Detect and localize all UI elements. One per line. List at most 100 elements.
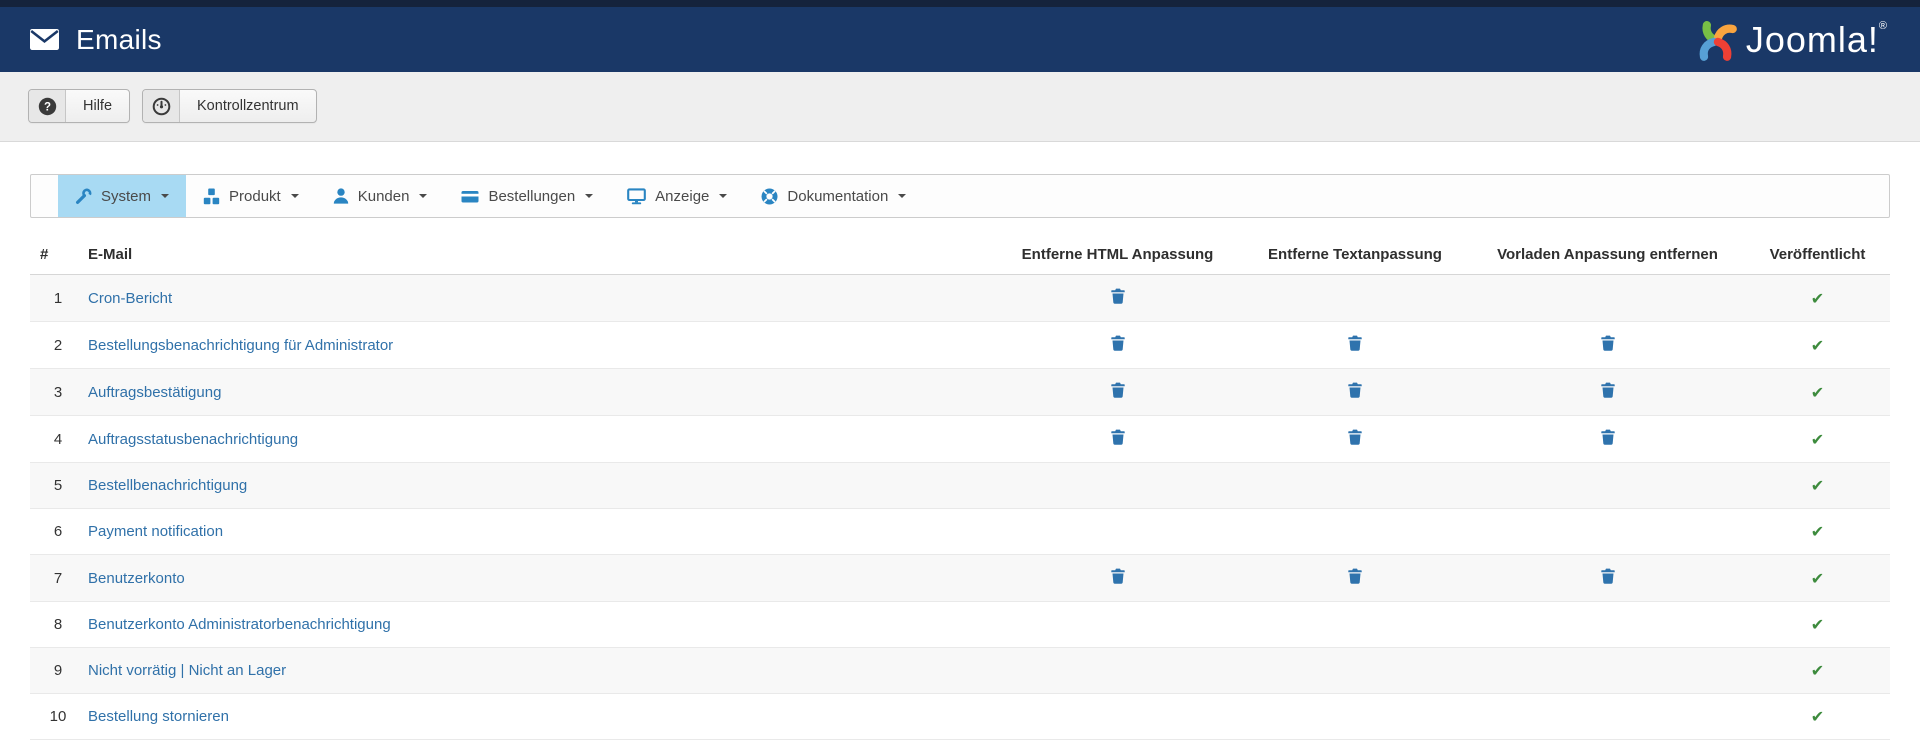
trash-icon[interactable] <box>1348 382 1362 398</box>
email-cell: Benutzerkonto <box>86 554 995 602</box>
menubar: System Produkt Kunden Bestellungen Anzeige Do… <box>30 174 1890 218</box>
email-link[interactable]: Bestellung stornieren <box>88 708 229 725</box>
table-row: 6 Payment notification ✔ <box>30 508 1890 555</box>
action-cell <box>1470 693 1745 740</box>
trash-icon[interactable] <box>1348 568 1362 584</box>
toolbar: ? Hilfe Kontrollzentrum <box>0 72 1920 142</box>
menu-item-kunden[interactable]: Kunden <box>316 175 445 217</box>
email-cell: Bestellbenachrichtigung <box>86 462 995 509</box>
row-number: 10 <box>30 693 86 740</box>
joomla-logo-mark-icon <box>1693 15 1739 65</box>
column-header-veröffentlicht: Veröffentlicht <box>1745 238 1890 275</box>
email-link[interactable]: Benutzerkonto Administratorbenachrichtig… <box>88 616 391 633</box>
chevron-down-icon <box>719 194 728 198</box>
action-cell <box>995 368 1240 416</box>
published-cell: ✔ <box>1745 274 1890 322</box>
email-link[interactable]: Nicht vorrätig | Nicht an Lager <box>88 662 286 679</box>
registered-mark: ® <box>1878 19 1888 32</box>
action-cell <box>1470 554 1745 602</box>
check-icon[interactable]: ✔ <box>1811 661 1824 680</box>
check-icon[interactable]: ✔ <box>1811 569 1824 588</box>
email-link[interactable]: Cron-Bericht <box>88 290 172 307</box>
email-link[interactable]: Payment notification <box>88 523 223 540</box>
table-row: 1 Cron-Bericht ✔ <box>30 274 1890 322</box>
email-link[interactable]: Bestellungsbenachrichtigung für Administ… <box>88 337 393 354</box>
joomla-logo-text: Joomla!® <box>1745 18 1888 60</box>
menu-item-label: Anzeige <box>655 187 710 205</box>
check-icon[interactable]: ✔ <box>1811 336 1824 355</box>
chevron-down-icon <box>161 194 170 198</box>
email-link[interactable]: Bestellbenachrichtigung <box>88 477 247 494</box>
check-icon[interactable]: ✔ <box>1811 522 1824 541</box>
menu-item-label: Bestellungen <box>488 187 576 205</box>
action-cell <box>1470 368 1745 416</box>
email-cell: Auftragsbestätigung <box>86 368 995 416</box>
published-cell: ✔ <box>1745 693 1890 740</box>
trash-icon[interactable] <box>1110 382 1125 398</box>
trash-icon[interactable] <box>1600 382 1615 398</box>
email-cell: Bestellungsbenachrichtigung für Administ… <box>86 321 995 369</box>
row-number: 8 <box>30 601 86 648</box>
check-icon[interactable]: ✔ <box>1811 430 1824 449</box>
emails-table: # E-Mail Entferne HTML Anpassung Entferne T… <box>30 238 1890 740</box>
cubes-icon <box>203 188 220 205</box>
chevron-down-icon <box>585 194 594 198</box>
control-panel-button-label: Kontrollzentrum <box>197 98 299 114</box>
email-link[interactable]: Auftragsstatusbenachrichtigung <box>88 431 298 448</box>
menu-item-produkt[interactable]: Produkt <box>186 175 316 217</box>
trash-icon[interactable] <box>1600 429 1615 445</box>
column-header-entferne-html-anpassung: Entferne HTML Anpassung <box>995 238 1240 275</box>
trash-icon[interactable] <box>1110 429 1125 445</box>
published-cell: ✔ <box>1745 368 1890 416</box>
help-button-label: Hilfe <box>83 98 113 114</box>
trash-icon[interactable] <box>1600 335 1615 351</box>
check-icon[interactable]: ✔ <box>1811 383 1824 402</box>
email-cell: Cron-Bericht <box>86 274 995 322</box>
window-top-strip <box>0 0 1920 7</box>
action-cell <box>1470 274 1745 322</box>
menu-item-label: Kunden <box>357 187 410 205</box>
action-cell <box>995 321 1240 369</box>
help-button[interactable]: ? Hilfe <box>28 89 131 123</box>
email-link[interactable]: Benutzerkonto <box>88 570 185 587</box>
app-header: Emails Joomla!® <box>0 7 1920 72</box>
menu-item-bestellungen[interactable]: Bestellungen <box>444 175 610 217</box>
emails-table-container: # E-Mail Entferne HTML Anpassung Entferne T… <box>30 238 1890 740</box>
trash-icon[interactable] <box>1348 335 1362 351</box>
email-link[interactable]: Auftragsbestätigung <box>88 384 221 401</box>
check-icon[interactable]: ✔ <box>1811 476 1824 495</box>
wrench-icon <box>75 188 92 205</box>
dashboard-icon <box>143 90 181 122</box>
action-cell <box>1240 368 1470 416</box>
menu-item-anzeige[interactable]: Anzeige <box>610 175 744 217</box>
trash-icon[interactable] <box>1110 568 1125 584</box>
table-row: 8 Benutzerkonto Administratorbenachrichti… <box>30 601 1890 648</box>
action-cell <box>1240 462 1470 509</box>
email-cell: Bestellung stornieren <box>86 693 995 740</box>
action-cell <box>1240 508 1470 555</box>
row-number: 4 <box>30 415 86 463</box>
control-panel-button[interactable]: Kontrollzentrum <box>142 89 317 123</box>
check-icon[interactable]: ✔ <box>1811 289 1824 308</box>
action-cell <box>1470 508 1745 555</box>
check-icon[interactable]: ✔ <box>1811 707 1824 726</box>
action-cell <box>1240 693 1470 740</box>
trash-icon[interactable] <box>1348 429 1362 445</box>
published-cell: ✔ <box>1745 647 1890 694</box>
email-cell: Auftragsstatusbenachrichtigung <box>86 415 995 463</box>
svg-text:?: ? <box>43 101 50 113</box>
check-icon[interactable]: ✔ <box>1811 615 1824 634</box>
published-cell: ✔ <box>1745 601 1890 648</box>
row-number: 1 <box>30 274 86 322</box>
menu-item-dokumentation[interactable]: Dokumentation <box>744 175 923 217</box>
action-cell <box>1470 462 1745 509</box>
trash-icon[interactable] <box>1110 288 1125 304</box>
trash-icon[interactable] <box>1110 335 1125 351</box>
menu-item-system[interactable]: System <box>58 175 187 217</box>
action-cell <box>995 693 1240 740</box>
action-cell <box>995 601 1240 648</box>
row-number: 2 <box>30 321 86 369</box>
action-cell <box>1240 647 1470 694</box>
trash-icon[interactable] <box>1600 568 1615 584</box>
menu-item-label: System <box>101 187 152 205</box>
